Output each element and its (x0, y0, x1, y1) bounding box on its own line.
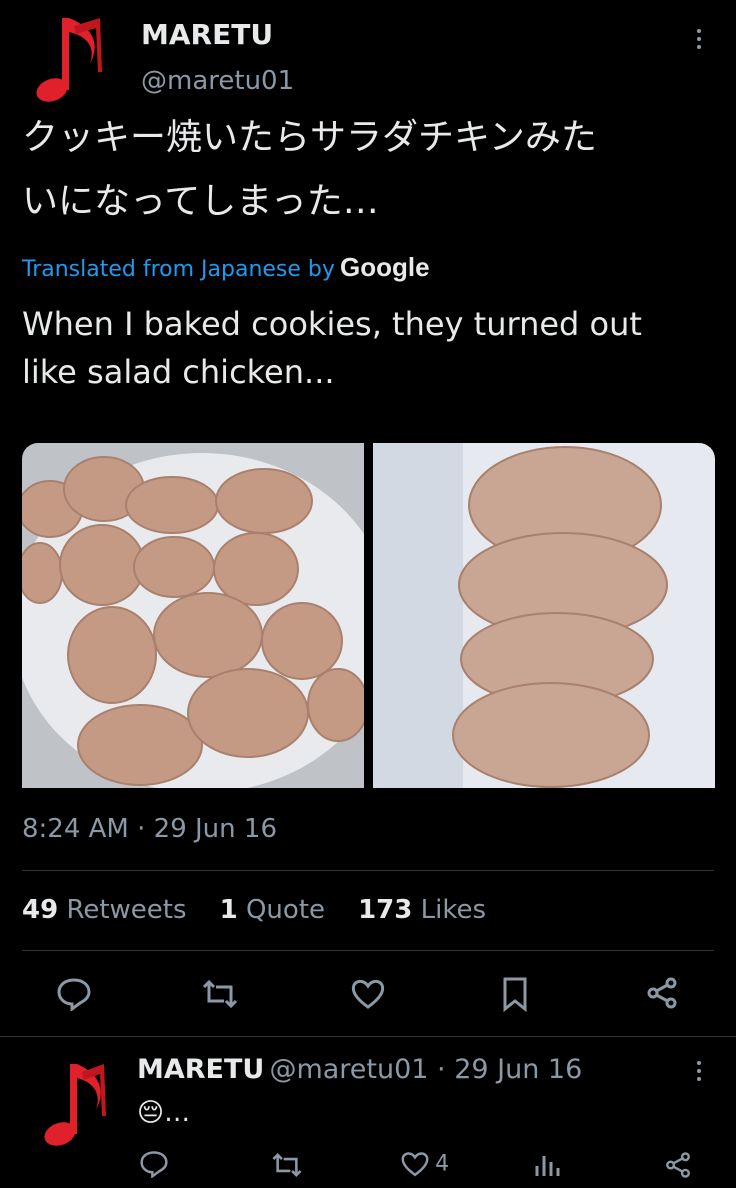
bookmark-icon[interactable] (501, 976, 529, 1012)
engagement-stats: 49 Retweets 1 Quote 173 Likes (22, 895, 486, 925)
likes-label: Likes (420, 895, 487, 925)
tweet-text-original: クッキー焼いたらサラダチキンみた いになってしまった… (22, 106, 722, 234)
divider (22, 870, 714, 871)
reply-header: MARETU @maretu01 · 29 Jun 16 (137, 1054, 582, 1085)
reply-avatar[interactable] (38, 1058, 118, 1148)
translated-label[interactable]: Translated from Japanese by (22, 257, 335, 282)
avatar[interactable] (30, 12, 114, 104)
retweets-label: Retweets (66, 895, 187, 925)
quotes-count: 1 (219, 895, 238, 925)
reply-icon[interactable] (56, 977, 92, 1011)
share-icon[interactable] (664, 1151, 692, 1179)
translation-attribution[interactable]: Translated from Japanese by Google (22, 252, 430, 283)
reply-more-options-icon[interactable] (692, 1060, 706, 1082)
tweet-text-line: クッキー焼いたらサラダチキンみた (22, 117, 597, 158)
quotes-label: Quote (245, 895, 326, 925)
more-options-icon[interactable] (692, 28, 706, 50)
google-logo: Google (340, 252, 430, 282)
tweet-text-line: いになってしまった… (22, 181, 379, 222)
tweet-text-translated: When I baked cookies, they turned out li… (22, 300, 722, 396)
reply-like-count: 4 (435, 1151, 450, 1177)
author-handle[interactable]: @maretu01 (141, 66, 294, 96)
tweet-text-line: like salad chicken... (22, 353, 335, 391)
reply-text: 😔… (137, 1098, 191, 1128)
reply-like[interactable]: 4 (400, 1150, 449, 1178)
retweet-icon[interactable] (270, 1152, 304, 1178)
tweet-text-line: When I baked cookies, they turned out (22, 305, 642, 343)
likes-stat[interactable]: 173 Likes (358, 895, 486, 925)
retweet-icon[interactable] (200, 979, 240, 1009)
reply-icon[interactable] (139, 1150, 169, 1178)
likes-count: 173 (358, 895, 413, 925)
tweet-timestamp[interactable]: 8:24 AM · 29 Jun 16 (22, 814, 277, 844)
share-icon[interactable] (645, 976, 679, 1010)
divider (0, 1036, 736, 1037)
author-name[interactable]: MARETU (141, 18, 273, 51)
reply-author-name[interactable]: MARETU (137, 1054, 264, 1085)
tweet-photo-1[interactable] (22, 443, 364, 788)
reply-handle-date[interactable]: @maretu01 · 29 Jun 16 (269, 1054, 582, 1085)
tweet-photo-2[interactable] (373, 443, 715, 788)
divider (22, 950, 714, 951)
quotes-stat[interactable]: 1 Quote (220, 895, 325, 925)
like-icon[interactable] (400, 1150, 430, 1178)
retweets-count: 49 (22, 895, 59, 925)
like-icon[interactable] (350, 978, 386, 1010)
retweets-stat[interactable]: 49 Retweets (22, 895, 187, 925)
views-icon[interactable] (534, 1152, 560, 1178)
